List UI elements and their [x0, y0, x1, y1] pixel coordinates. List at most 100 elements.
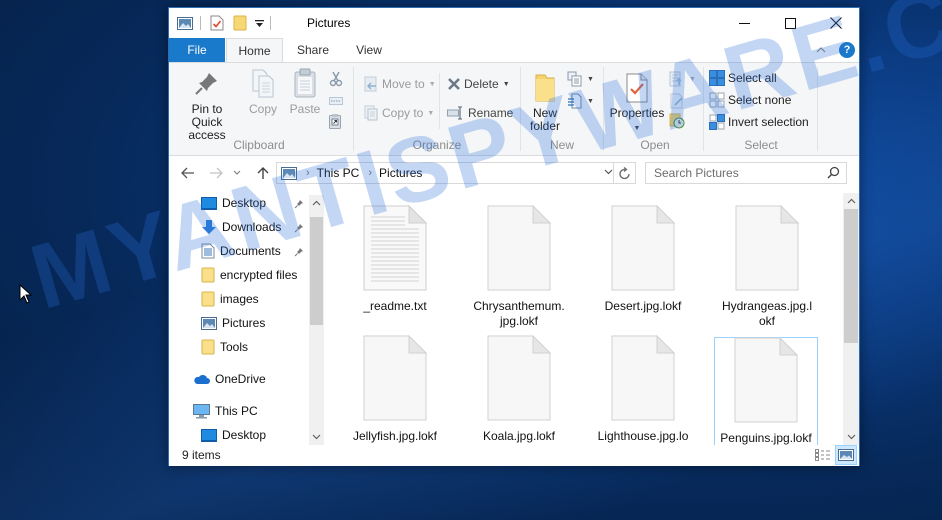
- details-view-icon: [815, 449, 830, 461]
- select-all-label: Select all: [728, 71, 777, 85]
- ribbon-tabs: File Home Share View ?: [169, 38, 859, 63]
- nav-item-label: Downloads: [222, 220, 282, 234]
- file-list-scrollbar[interactable]: [843, 193, 859, 445]
- search-icon[interactable]: [827, 166, 840, 182]
- cut-button[interactable]: [329, 69, 343, 89]
- nav-item-downloads[interactable]: Downloads: [201, 216, 281, 238]
- open-button[interactable]: ▼: [669, 69, 696, 89]
- properties-quick-icon[interactable]: [210, 15, 224, 31]
- rename-button[interactable]: Rename: [447, 103, 513, 123]
- new-folder-label-line1: New: [532, 106, 557, 120]
- paste-button[interactable]: Paste: [285, 67, 325, 116]
- paste-shortcut-button[interactable]: [329, 111, 341, 131]
- file-name-line1: Chrysanthemum.: [473, 299, 565, 313]
- tab-home[interactable]: Home: [226, 38, 283, 63]
- nav-item-images[interactable]: images: [201, 288, 259, 310]
- copy-path-button[interactable]: [329, 91, 343, 111]
- desktop-icon: [201, 196, 217, 210]
- new-item-button[interactable]: ▼: [567, 69, 594, 89]
- invert-selection-label: Invert selection: [728, 115, 809, 129]
- copy-to-button[interactable]: Copy to ▼: [363, 103, 434, 123]
- collapse-ribbon-icon[interactable]: [815, 44, 827, 56]
- title-bar: Pictures: [169, 8, 859, 38]
- details-view-button[interactable]: [812, 445, 834, 465]
- up-button[interactable]: [255, 163, 271, 183]
- status-bar: 9 items: [169, 445, 859, 466]
- chevron-up-icon: [847, 198, 855, 204]
- computer-icon: [193, 403, 210, 418]
- breadcrumb-pictures[interactable]: Pictures: [379, 166, 422, 180]
- separator: [270, 16, 271, 30]
- search-box: [645, 162, 847, 184]
- file-item-chrysanthemum[interactable]: Chrysanthemum. jpg.lokf: [467, 201, 571, 329]
- minimize-button[interactable]: [721, 8, 767, 38]
- minimize-icon: [738, 22, 750, 24]
- address-bar[interactable]: › This PC › Pictures: [276, 162, 636, 184]
- delete-button[interactable]: Delete ▼: [447, 74, 510, 94]
- select-all-button[interactable]: Select all: [709, 68, 777, 88]
- text-file-icon: [363, 205, 427, 291]
- scrollbar-thumb[interactable]: [844, 209, 858, 343]
- recent-locations-button[interactable]: [231, 163, 243, 183]
- copy-button[interactable]: Copy: [243, 67, 283, 116]
- group-separator: [703, 67, 704, 151]
- tab-file[interactable]: File: [169, 38, 225, 62]
- properties-button[interactable]: Properties ▼: [607, 73, 667, 135]
- nav-item-tools[interactable]: Tools: [201, 336, 248, 358]
- nav-item-pictures[interactable]: Pictures: [201, 312, 265, 334]
- file-item-lighthouse[interactable]: Lighthouse.jpg.lo: [591, 331, 695, 444]
- forward-button[interactable]: [207, 163, 225, 183]
- edit-button[interactable]: [669, 91, 685, 111]
- scroll-down-button[interactable]: [309, 429, 324, 445]
- group-organize: Move to ▼ Copy to ▼ Delete ▼ Rename Orga…: [355, 63, 519, 155]
- search-input[interactable]: [646, 163, 821, 183]
- nav-item-label: encrypted files: [220, 268, 298, 282]
- scrollbar-thumb[interactable]: [310, 217, 323, 325]
- pinned-icon: [294, 198, 304, 212]
- scroll-down-button[interactable]: [843, 429, 859, 445]
- tab-view[interactable]: View: [341, 38, 397, 62]
- breadcrumb-separator[interactable]: ›: [368, 167, 372, 179]
- help-icon[interactable]: ?: [839, 42, 855, 58]
- chevron-down-icon: [233, 170, 241, 175]
- scroll-up-button[interactable]: [309, 195, 324, 211]
- scroll-up-button[interactable]: [843, 193, 859, 209]
- tab-share[interactable]: Share: [285, 38, 341, 62]
- nav-item-onedrive[interactable]: OneDrive: [193, 368, 266, 390]
- history-button[interactable]: [669, 111, 685, 131]
- nav-item-desktop[interactable]: Desktop: [201, 192, 266, 214]
- back-button[interactable]: [179, 163, 197, 183]
- select-all-icon: [709, 70, 725, 86]
- customize-quick-access-icon[interactable]: [255, 15, 264, 31]
- breadcrumb-this-pc[interactable]: This PC: [317, 166, 360, 180]
- select-none-button[interactable]: Select none: [709, 90, 791, 110]
- maximize-button[interactable]: [767, 8, 813, 38]
- file-item-desert[interactable]: Desert.jpg.lokf: [591, 201, 695, 314]
- refresh-button[interactable]: [613, 162, 636, 184]
- address-history-dropdown[interactable]: [604, 167, 613, 178]
- copy-icon: [252, 69, 274, 98]
- easy-access-button[interactable]: ▼: [567, 91, 594, 111]
- separator: [200, 16, 201, 30]
- large-icons-view-button[interactable]: [835, 445, 857, 465]
- folder-icon: [201, 267, 215, 283]
- file-item-readme[interactable]: _readme.txt: [343, 201, 447, 314]
- file-item-hydrangeas[interactable]: Hydrangeas.jpg.l okf: [715, 201, 819, 329]
- chevron-down-icon: [847, 434, 855, 440]
- group-new: New folder ▼ ▼ New: [521, 63, 603, 155]
- invert-selection-button[interactable]: Invert selection: [709, 112, 809, 132]
- close-button[interactable]: [813, 8, 859, 38]
- file-item-jellyfish[interactable]: Jellyfish.jpg.lokf: [343, 331, 447, 444]
- move-to-button[interactable]: Move to ▼: [363, 74, 436, 94]
- navigation-pane-scrollbar[interactable]: [309, 195, 324, 445]
- nav-item-this-pc[interactable]: This PC: [193, 400, 258, 422]
- file-item-penguins[interactable]: Penguins.jpg.lokf: [714, 337, 818, 445]
- nav-item-encrypted-files[interactable]: encrypted files: [201, 264, 297, 286]
- file-item-koala[interactable]: Koala.jpg.lokf: [467, 331, 571, 444]
- new-folder-button[interactable]: New folder: [523, 73, 567, 133]
- new-folder-quick-icon[interactable]: [233, 15, 247, 31]
- nav-item-desktop-thispc[interactable]: Desktop: [201, 424, 266, 446]
- file-name-line2: jpg.lokf: [499, 314, 539, 328]
- nav-item-documents[interactable]: Documents: [201, 240, 281, 262]
- pin-to-quick-access-button[interactable]: Pin to Quick access: [175, 67, 239, 142]
